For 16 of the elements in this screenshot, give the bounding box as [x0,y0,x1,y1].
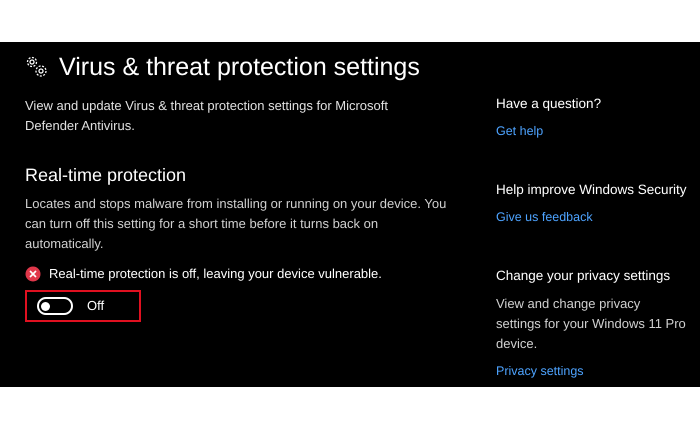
sidebar-heading: Change your privacy settings [496,267,672,285]
toggle-label: Off [87,297,104,316]
sidebar-heading: Help improve Windows Security [496,181,688,199]
sidebar-description: View and change privacy settings for your Windows 11 Pro device. [496,295,686,353]
toggle-switch[interactable] [37,297,73,315]
warning-text: Real-time protection is off, leaving your device vulnerable. [49,265,382,283]
sidebar-link[interactable]: Privacy settings [496,362,700,380]
gears-icon [25,55,49,79]
error-icon [25,266,41,282]
sidebar-heading: Have a question? [496,95,602,113]
page-title: Virus & threat protection settings [59,52,420,83]
sidebar-link[interactable]: Give us feedback [496,208,700,226]
section-title: Real-time protection [25,164,188,187]
sidebar-link[interactable]: Get help [496,122,700,140]
section-description: Locates and stops malware from installing or running on your device. You can turn off this setting for a short time before it turns back on automatically. [25,195,448,253]
page-description: View and update Virus & threat protection settings for Microsoft Defender Antivirus. [25,97,389,135]
